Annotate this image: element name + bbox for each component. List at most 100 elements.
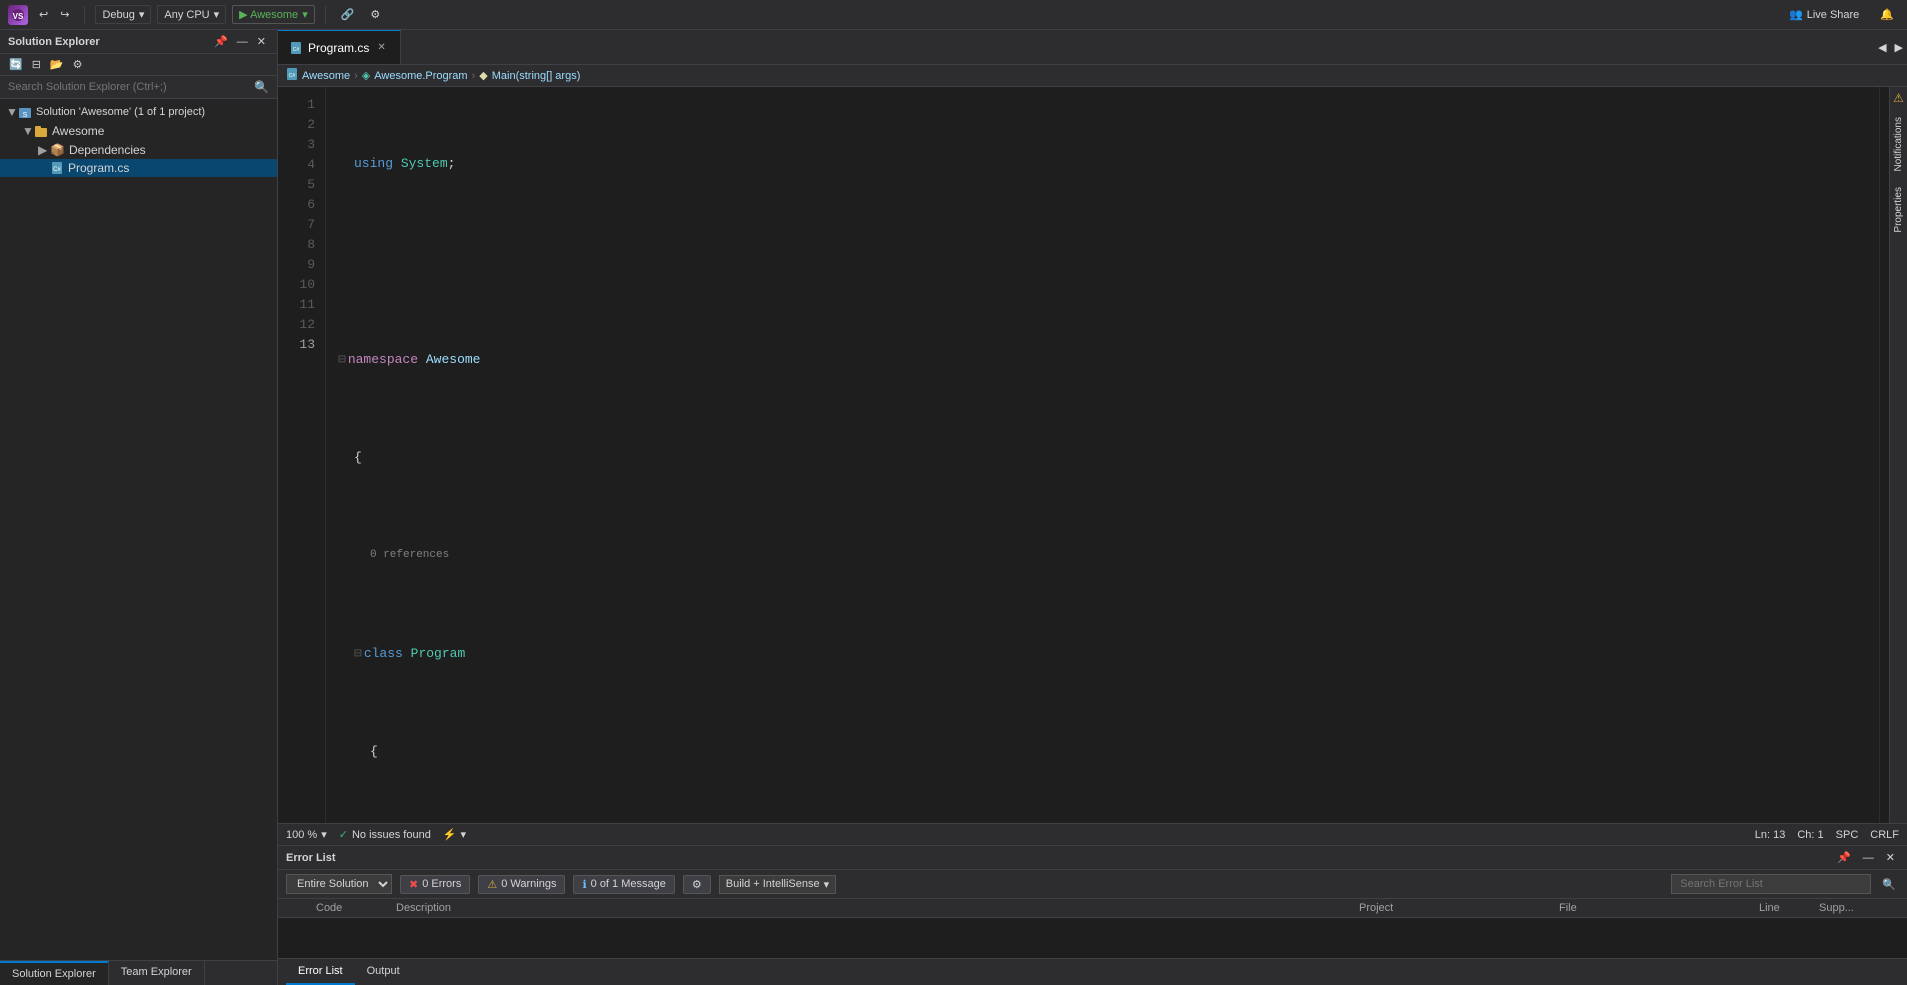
expand-icon-solution: ▼ [6, 105, 18, 119]
bottom-tab-output[interactable]: Output [355, 959, 412, 985]
line-numbers: 1 2 3 4 5 6 7 8 9 10 11 12 13 [278, 87, 326, 823]
build-arrow: ▾ [824, 878, 830, 891]
platform-dropdown[interactable]: Any CPU ▾ [157, 5, 226, 24]
redo-button[interactable]: ↪ [55, 5, 74, 24]
tab-programcs-close[interactable]: ✕ [375, 42, 387, 53]
svg-text:VS: VS [13, 12, 24, 21]
collapse-class[interactable]: ⊟ [354, 644, 362, 664]
messages-count: 0 of 1 Message [591, 878, 666, 890]
tree-item-dependencies[interactable]: ▶ 📦 Dependencies [0, 141, 277, 159]
debug-tools-button[interactable]: ⚙ [365, 5, 385, 24]
code-line-4: { [338, 448, 1867, 468]
error-badge-icon: ✖ [409, 878, 418, 891]
warning-badge-icon: ⚠ [487, 878, 497, 891]
messages-filter-button[interactable]: ℹ 0 of 1 Message [573, 875, 674, 894]
errors-count: 0 Errors [422, 878, 461, 890]
attach-button[interactable]: 🔗 [336, 5, 360, 24]
build-dropdown[interactable]: Build + IntelliSense ▾ [719, 875, 836, 894]
sidebar-header-icons: 📌 — ✕ [211, 34, 269, 49]
error-list-toolbar: Entire Solution ✖ 0 Errors ⚠ 0 Warnings … [278, 870, 1907, 899]
programcs-label: Program.cs [68, 161, 129, 175]
breadcrumb-bar: C# Awesome › ◈ Awesome.Program › ◆ Main(… [278, 65, 1907, 87]
toolbar-refresh-button[interactable]: 🔄 [6, 57, 26, 72]
zoom-arrow: ▾ [321, 828, 327, 841]
error-list-close-button[interactable]: ✕ [1882, 850, 1899, 865]
search-icon: 🔍 [254, 80, 269, 94]
line-num-4: 4 [278, 155, 325, 175]
breadcrumb-file-icon: C# [286, 68, 298, 83]
sidebar-tab-solution[interactable]: Solution Explorer [0, 961, 109, 985]
error-list-icons: 📌 — ✕ [1833, 850, 1899, 865]
live-share-button[interactable]: 👥 Live Share [1781, 5, 1867, 24]
properties-panel-label[interactable]: Properties [1891, 179, 1906, 241]
notifications-button[interactable]: 🔔 [1875, 5, 1899, 24]
solution-tree: ▼ S Solution 'Awesome' (1 of 1 project) … [0, 99, 277, 960]
tree-item-solution[interactable]: ▼ S Solution 'Awesome' (1 of 1 project) [0, 103, 277, 122]
error-list-header: Error List 📌 — ✕ [278, 846, 1907, 870]
collapse-namespace[interactable]: ⊟ [338, 350, 346, 370]
sidebar-search-input[interactable] [8, 81, 254, 93]
tree-item-programcs[interactable]: ▶ C# Program.cs [0, 159, 277, 178]
separator-2 [325, 6, 326, 24]
editor-area: C# Program.cs ✕ ◀ ▶ C# Awesome › ◈ Aweso… [278, 30, 1907, 985]
ns-awesome: Awesome [426, 350, 481, 370]
col-header-description: Description [396, 902, 1359, 914]
sidebar-pin-button[interactable]: 📌 [211, 34, 231, 49]
live-share-label: Live Share [1807, 9, 1860, 21]
code-editor: 1 2 3 4 5 6 7 8 9 10 11 12 13 using [278, 87, 1907, 823]
breadcrumb-program[interactable]: Awesome.Program [374, 70, 467, 82]
code-line-1: using System ; [338, 154, 1867, 174]
expand-icon-deps: ▶ [38, 143, 50, 157]
code-line-2 [338, 252, 1867, 272]
run-arrow: ▾ [302, 8, 308, 21]
col-header-check [286, 902, 316, 914]
svg-text:C#: C# [293, 47, 300, 53]
search-error-input[interactable] [1671, 874, 1871, 894]
error-list-panel: Error List 📌 — ✕ Entire Solution ✖ 0 Err… [278, 845, 1907, 958]
debug-config-dropdown[interactable]: Debug ▾ [95, 5, 151, 24]
warnings-filter-button[interactable]: ⚠ 0 Warnings [478, 875, 565, 894]
tab-bar: C# Program.cs ✕ ◀ ▶ [278, 30, 1907, 65]
tab-programcs[interactable]: C# Program.cs ✕ [278, 30, 401, 64]
toolbar-show-all-button[interactable]: 📂 [47, 57, 67, 72]
tab-bar-scroll-left[interactable]: ◀ [1874, 30, 1890, 64]
toolbar-filter-button[interactable]: ⚙ [70, 57, 86, 72]
bottom-tab-error-list[interactable]: Error List [286, 959, 355, 985]
meta-0refs-class: 0 references [370, 547, 449, 564]
error-list-pin-button[interactable]: 📌 [1833, 850, 1855, 865]
ch-label: Ch: 1 [1797, 829, 1823, 841]
breadcrumb-awesome[interactable]: Awesome [302, 70, 350, 82]
solution-icon: S [18, 105, 32, 120]
live-share-icon: 👥 [1789, 8, 1803, 21]
col-header-project: Project [1359, 902, 1559, 914]
filter-arrow: ▾ [461, 828, 467, 841]
sidebar-collapse-button[interactable]: — [234, 34, 251, 49]
notifications-panel-label[interactable]: Notifications [1891, 109, 1906, 179]
toolbar-collapse-all-button[interactable]: ⊟ [29, 57, 44, 72]
separator-1 [84, 6, 85, 24]
brace-open-2: { [370, 742, 378, 762]
zoom-item: 100 % ▾ [286, 828, 327, 841]
search-error-button[interactable]: 🔍 [1879, 877, 1899, 892]
vs-logo: VS [8, 5, 28, 25]
solution-label: Solution 'Awesome' (1 of 1 project) [36, 106, 205, 118]
line-num-2: 2 [278, 115, 325, 135]
filter-extra-button[interactable]: ⚙ [683, 875, 711, 894]
error-list-minimize-button[interactable]: — [1859, 850, 1878, 865]
tree-item-project[interactable]: ▼ Awesome [0, 122, 277, 141]
undo-button[interactable]: ↩ [34, 5, 53, 24]
platform-label: Any CPU [164, 9, 209, 21]
scope-dropdown[interactable]: Entire Solution [286, 874, 392, 894]
error-list-title: Error List [286, 852, 336, 864]
sidebar-close-button[interactable]: ✕ [254, 34, 269, 49]
toolbar: VS ↩ ↪ Debug ▾ Any CPU ▾ ▶ Awesome ▾ 🔗 ⚙… [0, 0, 1907, 30]
errors-filter-button[interactable]: ✖ 0 Errors [400, 875, 470, 894]
code-content[interactable]: using System ; ⊟ namespace Awesome [326, 87, 1879, 823]
line-num-12: 12 [278, 315, 325, 335]
run-dropdown[interactable]: ▶ Awesome ▾ [232, 5, 315, 24]
sidebar-tab-team[interactable]: Team Explorer [109, 961, 205, 985]
tab-bar-scroll-right[interactable]: ▶ [1891, 30, 1907, 64]
line-num-10: 10 [278, 275, 325, 295]
kw-namespace: namespace [348, 350, 418, 370]
breadcrumb-main[interactable]: Main(string[] args) [492, 70, 581, 82]
